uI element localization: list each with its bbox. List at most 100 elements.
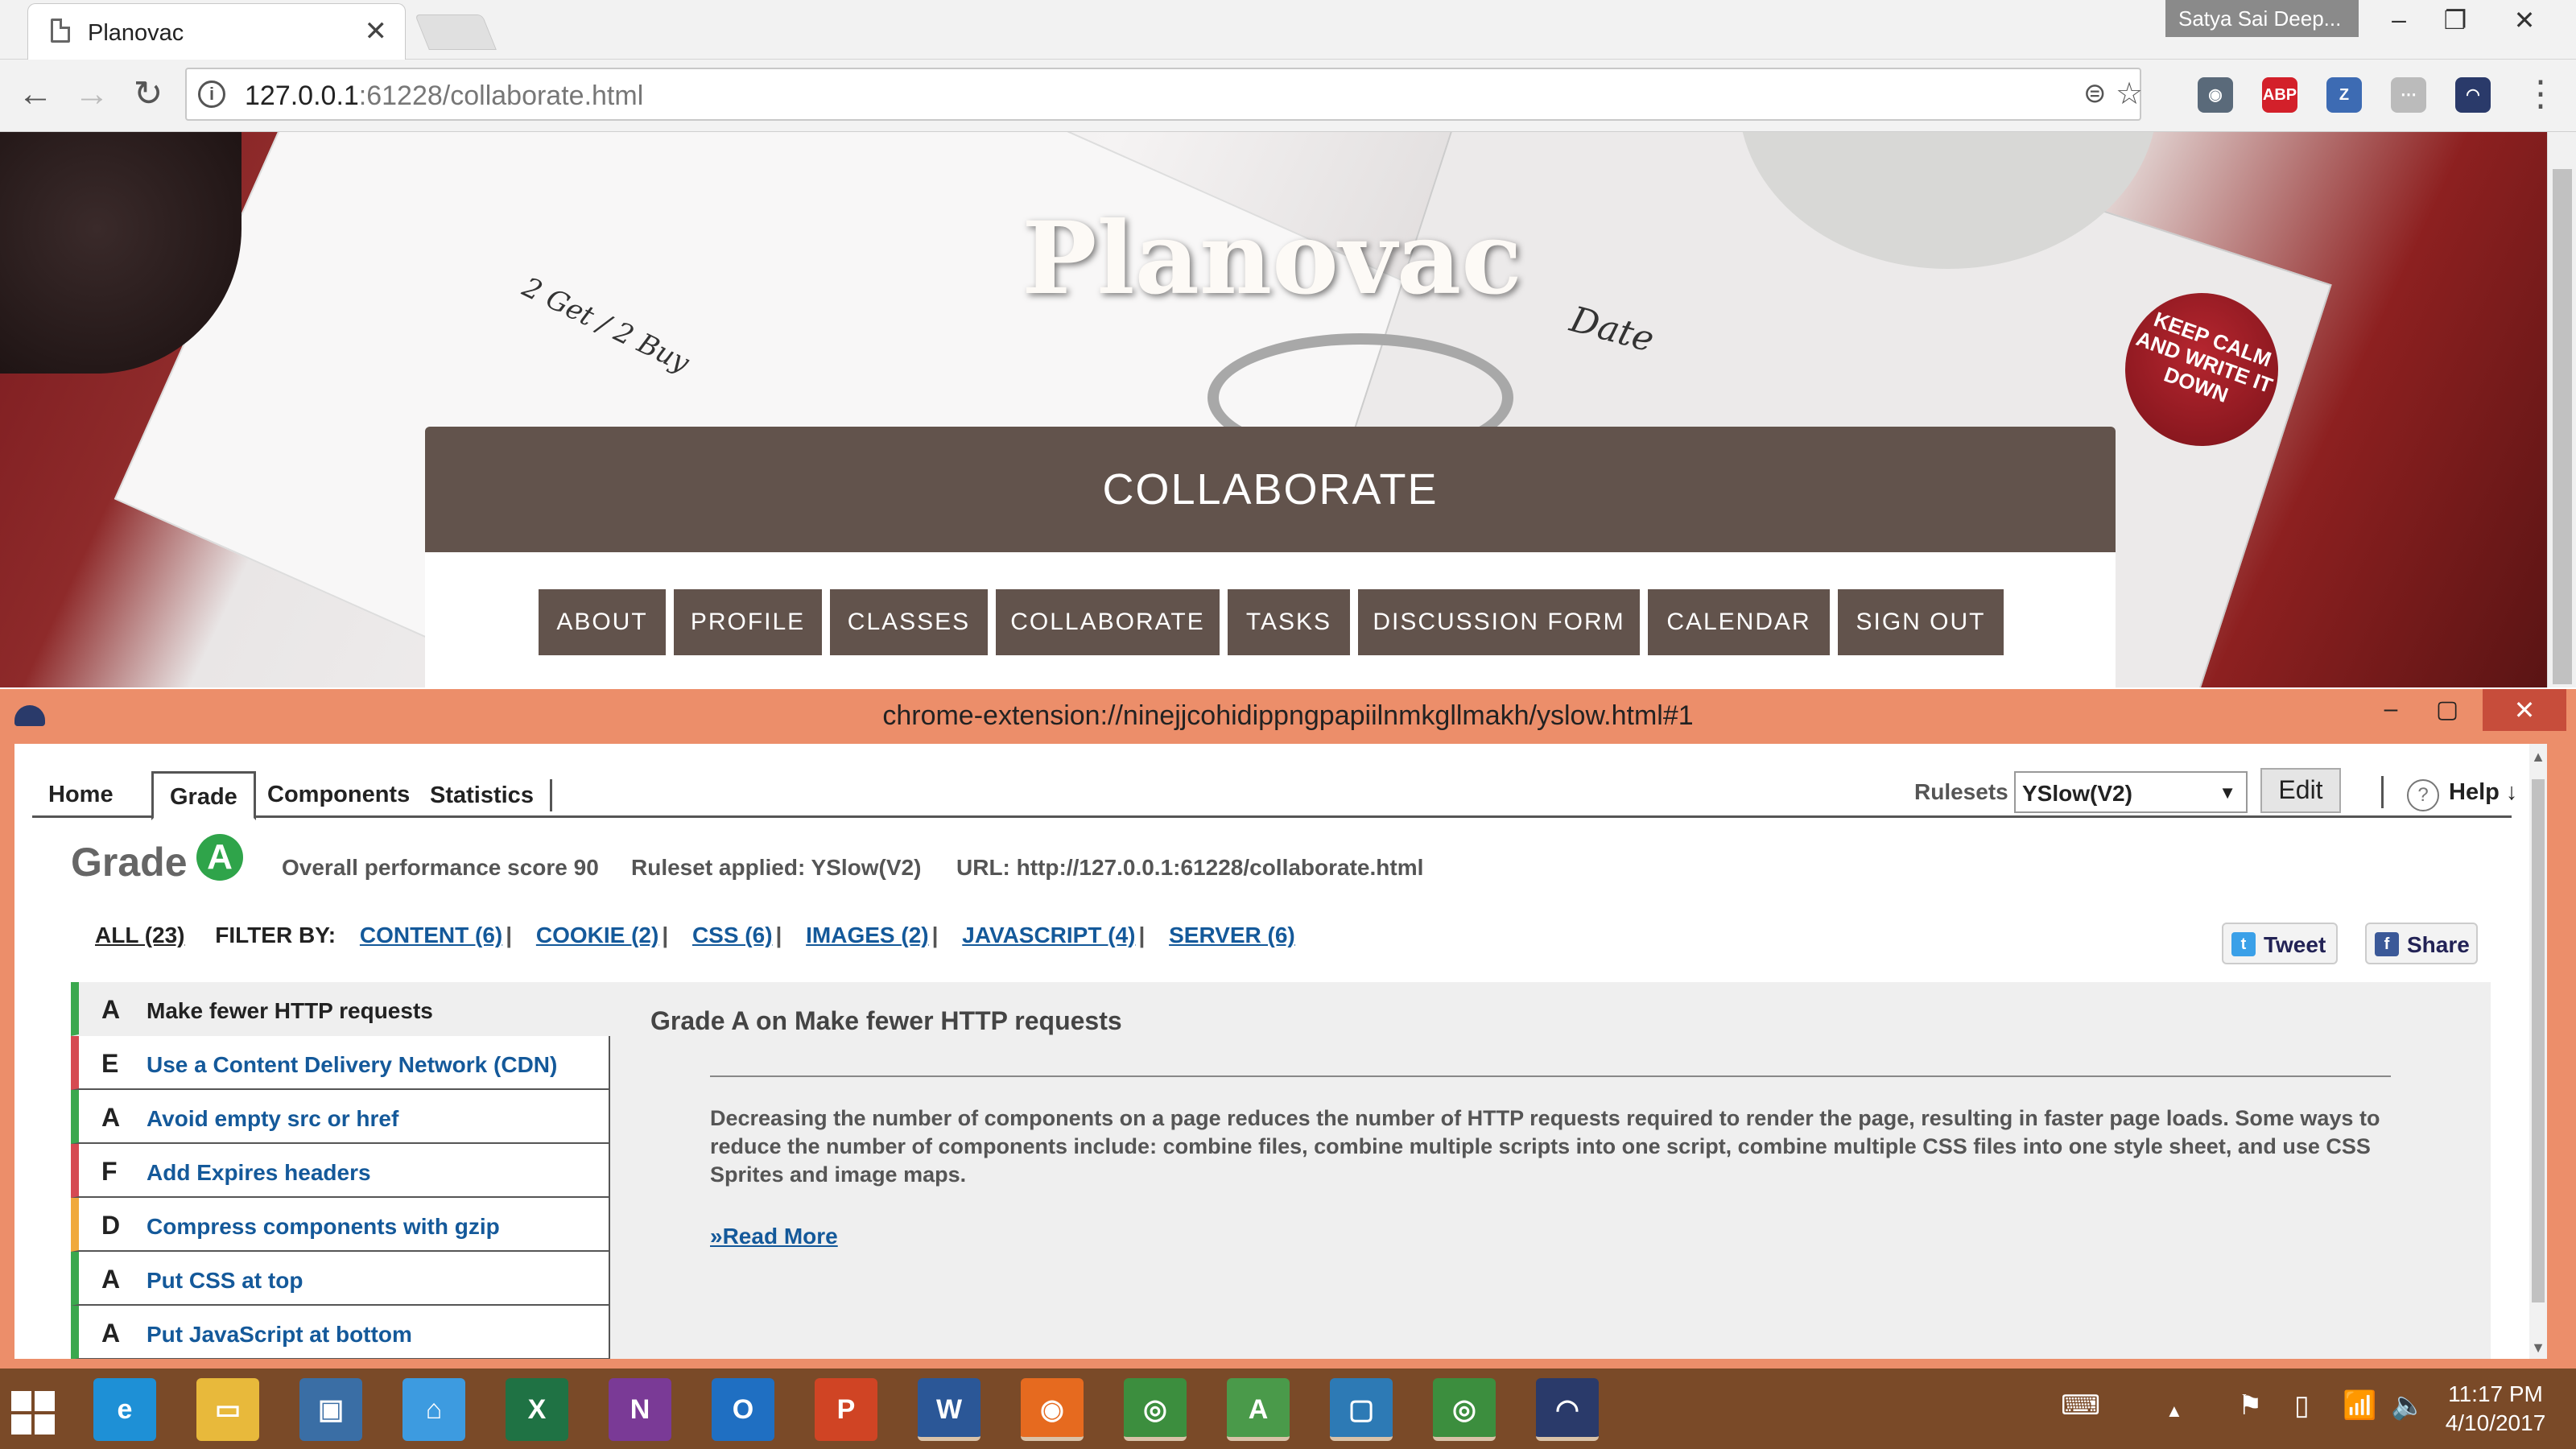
rule-item[interactable]: D Compress components with gzip bbox=[71, 1198, 610, 1252]
minimize-button[interactable]: – bbox=[2367, 5, 2431, 35]
rule-detail-description: Decreasing the number of components on a… bbox=[710, 1106, 2380, 1187]
onenote-icon[interactable]: N bbox=[609, 1378, 671, 1441]
firefox-icon[interactable]: ◉ bbox=[1021, 1378, 1084, 1441]
flag-icon[interactable]: ⚑ bbox=[2238, 1389, 2262, 1422]
restore-button[interactable]: ❐ bbox=[2423, 5, 2487, 35]
menu-icon[interactable]: ⋮ bbox=[2518, 74, 2563, 114]
battery-icon[interactable]: ▯ bbox=[2294, 1389, 2310, 1422]
chrome-icon[interactable]: ◎ bbox=[1124, 1378, 1187, 1441]
rule-name[interactable]: Compress components with gzip bbox=[147, 1214, 500, 1240]
page-scrollbar[interactable] bbox=[2547, 132, 2576, 687]
outlook-icon[interactable]: O bbox=[712, 1378, 774, 1441]
yslow-content: Home Grade Components Statistics Ruleset… bbox=[14, 744, 2547, 1359]
filter-all-link[interactable]: ALL (23) bbox=[95, 923, 185, 947]
yslow-scrollbar[interactable]: ▲ ▼ bbox=[2529, 744, 2547, 1359]
help-menu[interactable]: Help ↓ bbox=[2449, 779, 2517, 806]
rule-name[interactable]: Put JavaScript at bottom bbox=[147, 1322, 412, 1348]
rule-name[interactable]: Use a Content Delivery Network (CDN) bbox=[147, 1052, 557, 1078]
rule-item[interactable]: F Add Expires headers bbox=[71, 1144, 610, 1198]
rule-item[interactable]: A Avoid empty src or href bbox=[71, 1090, 610, 1144]
rule-name[interactable]: Avoid empty src or href bbox=[147, 1106, 398, 1132]
nav-about-button[interactable]: ABOUT bbox=[539, 589, 666, 655]
rule-item[interactable]: A Put CSS at top bbox=[71, 1252, 610, 1306]
rule-item[interactable]: A Make fewer HTTP requests bbox=[71, 982, 610, 1036]
section-title: COLLABORATE bbox=[1102, 465, 1439, 514]
nav-calendar-button[interactable]: CALENDAR bbox=[1648, 589, 1830, 655]
share-button[interactable]: f Share bbox=[2365, 923, 2478, 964]
tab-components[interactable]: Components bbox=[251, 771, 426, 818]
edit-ruleset-button[interactable]: Edit bbox=[2260, 768, 2341, 813]
filter-css-link[interactable]: CSS (6) bbox=[692, 923, 773, 947]
tweet-button[interactable]: t Tweet bbox=[2222, 923, 2338, 964]
zotero-icon[interactable]: Z bbox=[2326, 77, 2362, 113]
filter-images-link[interactable]: IMAGES (2) bbox=[806, 923, 928, 947]
shield-extension-icon[interactable]: ◉ bbox=[2198, 77, 2233, 113]
android-studio-icon[interactable]: A bbox=[1227, 1378, 1290, 1441]
nav-discussion-form-button[interactable]: DISCUSSION FORM bbox=[1358, 589, 1640, 655]
nav-profile-button[interactable]: PROFILE bbox=[674, 589, 822, 655]
grade-badge: A bbox=[196, 834, 243, 881]
excel-icon[interactable]: X bbox=[506, 1378, 568, 1441]
rule-name[interactable]: Add Expires headers bbox=[147, 1160, 371, 1186]
nav-tasks-button[interactable]: TASKS bbox=[1228, 589, 1350, 655]
scrollbar-thumb[interactable] bbox=[2532, 779, 2545, 1302]
yslow-window-title: chrome-extension://ninejjcohidippngpapii… bbox=[882, 700, 1694, 731]
star-icon[interactable]: ☆ bbox=[2116, 76, 2143, 112]
powerpoint-icon[interactable]: P bbox=[815, 1378, 877, 1441]
scroll-down-icon[interactable]: ▼ bbox=[2529, 1340, 2547, 1356]
internet-explorer-icon[interactable]: e bbox=[93, 1378, 156, 1441]
scrollbar-thumb[interactable] bbox=[2553, 169, 2572, 684]
address-bar[interactable]: i 127.0.0.1:61228/collaborate.html ⊜ ☆ bbox=[185, 68, 2143, 121]
yslow-extension-icon[interactable]: ◠ bbox=[2455, 77, 2491, 113]
lenovo-icon[interactable]: ▣ bbox=[299, 1378, 362, 1441]
browser-tab[interactable]: Planovac ✕ bbox=[27, 3, 406, 61]
filter-cookie-link[interactable]: COOKIE (2) bbox=[536, 923, 658, 947]
wifi-icon[interactable]: 📶 bbox=[2343, 1389, 2376, 1422]
profile-button[interactable]: Satya Sai Deep... bbox=[2165, 0, 2359, 37]
tab-close-icon[interactable]: ✕ bbox=[365, 15, 388, 47]
forward-arrow-icon[interactable]: → bbox=[69, 74, 114, 114]
nav-collaborate-button[interactable]: COLLABORATE bbox=[996, 589, 1220, 655]
yslow-maximize-button[interactable]: ▢ bbox=[2415, 696, 2479, 724]
filter-server-link[interactable]: SERVER (6) bbox=[1169, 923, 1295, 947]
back-arrow-icon[interactable]: ← bbox=[13, 74, 58, 114]
rule-grade: F bbox=[101, 1157, 118, 1186]
ruleset-select[interactable]: YSlow(V2) ▼ bbox=[2014, 771, 2248, 813]
volume-icon[interactable]: 🔈 bbox=[2391, 1389, 2425, 1422]
store-icon[interactable]: ⌂ bbox=[402, 1378, 465, 1441]
pending-extension-icon[interactable]: ⋯ bbox=[2391, 77, 2426, 113]
yslow-close-button[interactable]: ✕ bbox=[2483, 689, 2566, 731]
rule-name[interactable]: Make fewer HTTP requests bbox=[147, 998, 433, 1024]
show-hidden-icons-icon[interactable]: ▲ bbox=[2165, 1401, 2183, 1422]
system-clock[interactable]: 11:17 PM 4/10/2017 bbox=[2431, 1380, 2560, 1438]
rule-name[interactable]: Put CSS at top bbox=[147, 1268, 303, 1294]
new-tab-button[interactable] bbox=[415, 14, 497, 50]
url-text[interactable]: 127.0.0.1:61228/collaborate.html bbox=[245, 80, 643, 112]
chrome-icon-2[interactable]: ◎ bbox=[1433, 1378, 1496, 1441]
keyboard-icon[interactable]: ⌨ bbox=[2061, 1389, 2100, 1422]
file-explorer-icon[interactable]: ▭ bbox=[196, 1378, 259, 1441]
word-icon[interactable]: W bbox=[918, 1378, 980, 1441]
reload-icon[interactable]: ↻ bbox=[126, 74, 171, 114]
tab-statistics[interactable]: Statistics bbox=[414, 779, 552, 811]
yslow-taskbar-icon[interactable]: ◠ bbox=[1536, 1378, 1599, 1441]
browser-toolbar: ← → ↻ i 127.0.0.1:61228/collaborate.html… bbox=[0, 60, 2576, 132]
read-more-link[interactable]: »Read More bbox=[710, 1224, 838, 1249]
tab-home[interactable]: Home bbox=[32, 771, 130, 818]
nav-sign-out-button[interactable]: SIGN OUT bbox=[1838, 589, 2004, 655]
code-app-icon[interactable]: ▢ bbox=[1330, 1378, 1393, 1441]
windows-start-button[interactable] bbox=[11, 1391, 55, 1435]
adblock-plus-icon[interactable]: ABP bbox=[2262, 77, 2297, 113]
tab-grade[interactable]: Grade bbox=[151, 771, 256, 820]
info-icon[interactable]: i bbox=[198, 80, 225, 108]
filter-javascript-link[interactable]: JAVASCRIPT (4) bbox=[962, 923, 1135, 947]
help-icon[interactable]: ? bbox=[2407, 779, 2439, 811]
nav-classes-button[interactable]: CLASSES bbox=[830, 589, 988, 655]
scroll-up-icon[interactable]: ▲ bbox=[2529, 749, 2547, 766]
yslow-minimize-button[interactable]: – bbox=[2359, 696, 2423, 723]
filter-content-link[interactable]: CONTENT (6) bbox=[360, 923, 502, 947]
rule-item[interactable]: E Use a Content Delivery Network (CDN) bbox=[71, 1036, 610, 1090]
close-window-button[interactable]: ✕ bbox=[2492, 5, 2557, 35]
translate-icon[interactable]: ⊜ bbox=[2083, 77, 2107, 109]
rule-item[interactable]: A Put JavaScript at bottom bbox=[71, 1306, 610, 1359]
